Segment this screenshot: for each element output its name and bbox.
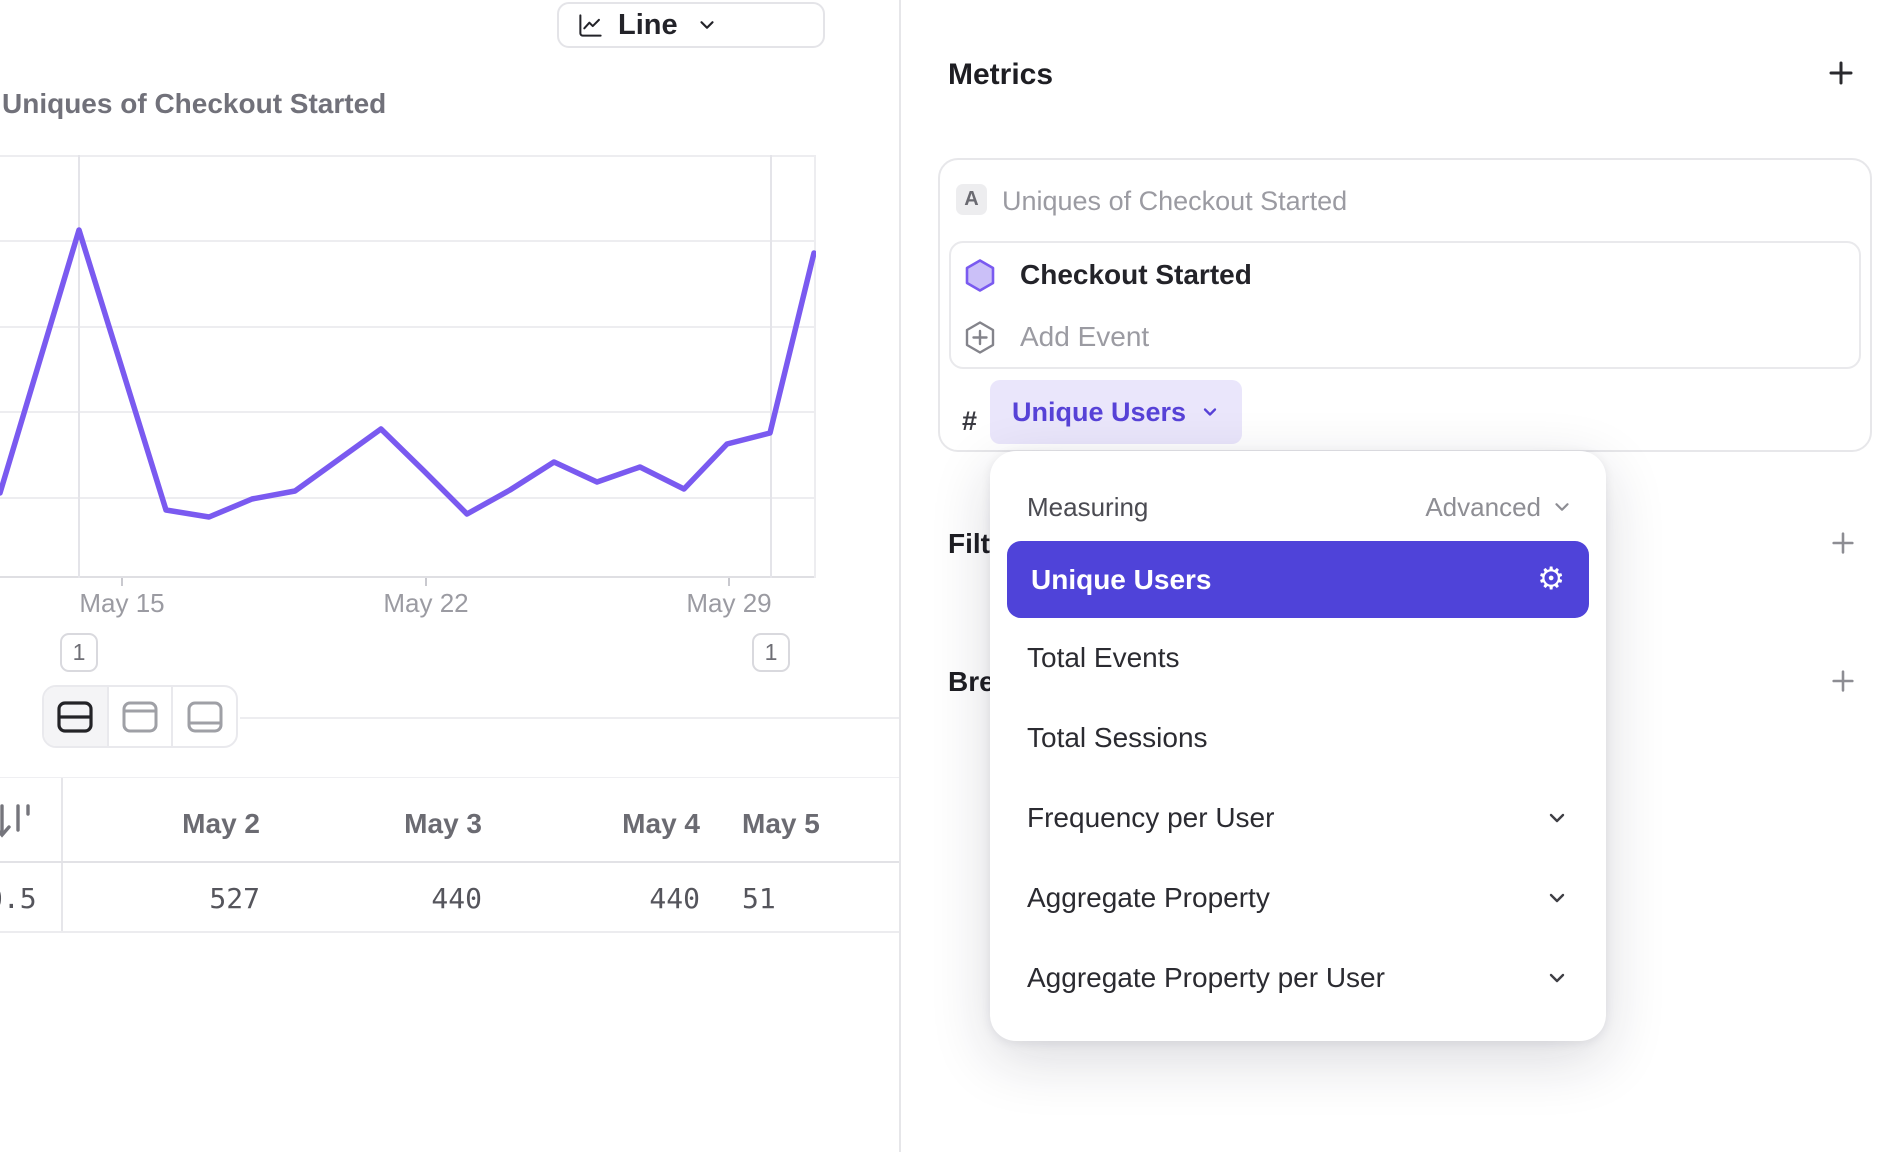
table-top-border (0, 777, 900, 778)
menu-item-aggregate-property-per-user[interactable]: Aggregate Property per User (1007, 938, 1589, 1018)
chart-title: Uniques of Checkout Started (2, 88, 386, 120)
chart-type-label: Line (618, 9, 678, 42)
table-header-cell[interactable]: May 5 (742, 808, 922, 840)
annotation-badge[interactable]: 1 (60, 633, 98, 672)
add-breakdown-button[interactable] (1826, 664, 1860, 698)
chevron-down-icon (1545, 886, 1569, 910)
chevron-down-icon (696, 14, 718, 36)
measuring-label: Measuring (1027, 492, 1148, 523)
chevron-down-icon[interactable] (1551, 496, 1573, 518)
metric-card[interactable]: A Uniques of Checkout Started Checkout S… (938, 158, 1872, 452)
table-top-icon (122, 701, 158, 733)
x-tick-label: May 29 (669, 588, 789, 619)
x-tick-label: May 22 (366, 588, 486, 619)
add-event-label: Add Event (1020, 321, 1149, 353)
chevron-down-icon (1545, 966, 1569, 990)
add-metric-button[interactable] (1824, 56, 1858, 90)
line-chart-icon (577, 12, 604, 39)
metric-letter-badge: A (956, 184, 987, 215)
menu-item-total-sessions[interactable]: Total Sessions (1007, 698, 1589, 778)
table-header-cell[interactable]: May 4 (520, 808, 700, 840)
plus-icon (1826, 58, 1856, 88)
add-event-row[interactable]: Add Event (964, 305, 1149, 369)
measurement-chip-label: Unique Users (1012, 397, 1186, 428)
gear-icon[interactable]: ⚙ (1537, 564, 1565, 595)
table-column-divider (61, 778, 63, 932)
divider (240, 717, 900, 719)
line-series (0, 155, 816, 578)
measuring-popover: Measuring Advanced Unique Users ⚙ Total … (990, 451, 1606, 1041)
table-cell: 440 (520, 882, 700, 915)
advanced-mode-label[interactable]: Advanced (1425, 492, 1541, 523)
x-tick-label: May 15 (62, 588, 182, 619)
metrics-heading: Metrics (948, 58, 1053, 92)
table-row-border (0, 931, 900, 933)
chevron-down-icon (1200, 402, 1220, 422)
metric-name: Uniques of Checkout Started (1002, 186, 1347, 217)
add-event-hexagon-plus-icon (964, 320, 996, 355)
table-bottom-icon (187, 701, 223, 733)
sort-descending-icon[interactable] (0, 800, 34, 842)
analytics-app: Line Uniques of Checkout Started May 15 … (0, 0, 1898, 1152)
x-tick (425, 578, 427, 586)
layout-split-button[interactable] (44, 687, 107, 746)
x-tick (728, 578, 730, 586)
layout-table-top-button[interactable] (107, 687, 172, 746)
plus-icon (1829, 529, 1857, 557)
menu-item-total-events[interactable]: Total Events (1007, 618, 1589, 698)
menu-item-frequency-per-user[interactable]: Frequency per User (1007, 778, 1589, 858)
plus-icon (1829, 667, 1857, 695)
table-cell: 440 (302, 882, 482, 915)
layout-table-bottom-button[interactable] (171, 687, 236, 746)
panel-divider (899, 0, 901, 1152)
event-row[interactable]: Checkout Started (964, 243, 1252, 307)
chevron-down-icon (1545, 806, 1569, 830)
measure-hash-symbol: # (962, 406, 977, 437)
table-header-underline (0, 861, 900, 863)
layout-toggle (42, 685, 238, 748)
annotation-badge[interactable]: 1 (752, 633, 790, 672)
table-header-cell[interactable]: May 2 (80, 808, 260, 840)
menu-item-aggregate-property[interactable]: Aggregate Property (1007, 858, 1589, 938)
add-filter-button[interactable] (1826, 526, 1860, 560)
x-tick (121, 578, 123, 586)
selected-item-label: Unique Users (1031, 564, 1537, 596)
split-view-icon (57, 701, 93, 733)
measurement-dropdown-chip[interactable]: Unique Users (990, 380, 1242, 444)
event-name: Checkout Started (1020, 259, 1252, 291)
menu-item-unique-users-selected[interactable]: Unique Users ⚙ (1007, 541, 1589, 618)
table-cell: 0.5 (0, 882, 56, 915)
event-hexagon-icon (964, 258, 996, 293)
table-header-cell[interactable]: May 3 (302, 808, 482, 840)
event-card: Checkout Started Add Event (949, 241, 1861, 369)
chart-type-button[interactable]: Line (557, 2, 825, 48)
table-cell: 51 (742, 882, 922, 915)
popover-header: Measuring Advanced (1007, 487, 1589, 527)
table-cell: 527 (80, 882, 260, 915)
